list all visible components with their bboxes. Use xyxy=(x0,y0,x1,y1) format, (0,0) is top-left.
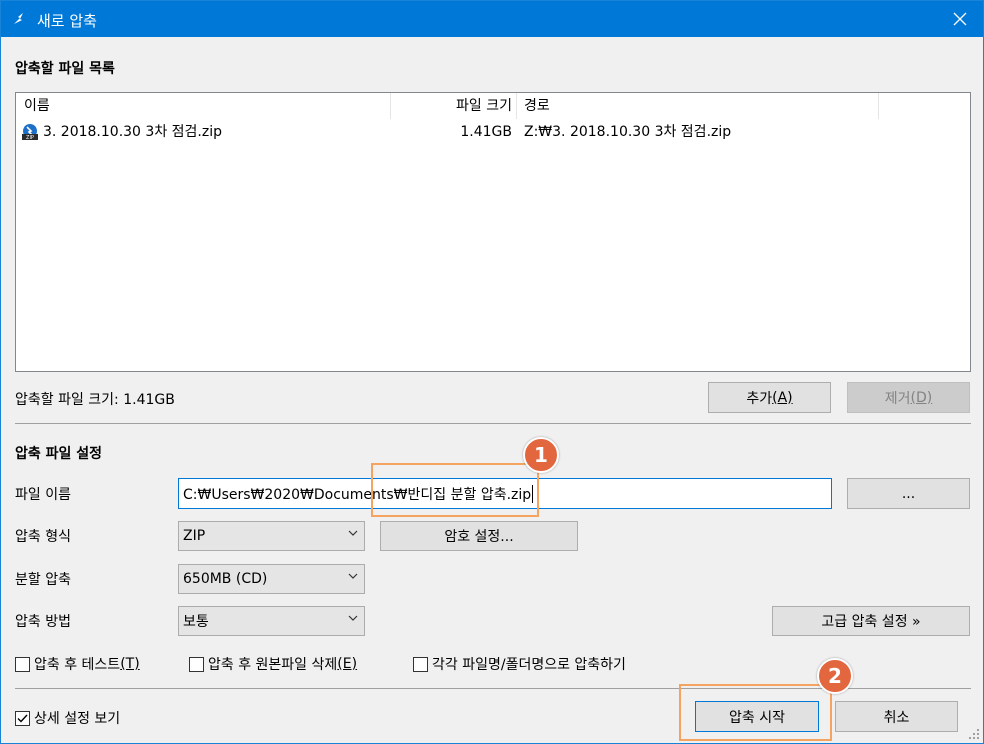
test-after-mnemonic: (T) xyxy=(120,656,140,672)
start-button-highlight-box xyxy=(679,684,832,741)
method-select[interactable]: 보통 xyxy=(178,606,365,636)
section-divider xyxy=(15,423,971,424)
total-size-label: 압축할 파일 크기: 1.41GB xyxy=(15,392,175,408)
delete-after-checkbox[interactable]: 압축 후 원본파일 삭제 (E) xyxy=(189,654,357,674)
show-details-label: 상세 설정 보기 xyxy=(34,711,121,727)
chevron-down-icon xyxy=(348,615,358,621)
file-name-cell: 3. 2018.10.30 3차 점검.zip xyxy=(43,124,222,140)
split-value: 650MB (CD) xyxy=(183,571,268,587)
checkbox-box[interactable] xyxy=(413,656,428,672)
password-settings-button[interactable]: 암호 설정... xyxy=(380,521,578,551)
close-icon xyxy=(953,12,967,26)
file-list-view[interactable]: 이름 파일 크기 경로 ZIP 3. 2018.10.30 3차 점검.zip … xyxy=(15,92,971,372)
checkmark-icon xyxy=(17,714,28,723)
format-label: 압축 형식 xyxy=(15,529,71,545)
each-file-checkbox[interactable]: 각각 파일명/폴더명으로 압축하기 xyxy=(413,654,626,674)
svg-text:ZIP: ZIP xyxy=(26,135,34,141)
file-path-cell: Z:₩3. 2018.10.30 3차 점검.zip xyxy=(524,124,732,140)
column-header-size[interactable]: 파일 크기 xyxy=(394,93,512,119)
delete-after-mnemonic: (E) xyxy=(337,656,358,672)
split-label: 분할 압축 xyxy=(15,572,71,588)
checkbox-box[interactable] xyxy=(15,710,30,726)
remove-button-mnemonic: (D) xyxy=(910,389,933,406)
column-divider[interactable] xyxy=(878,93,879,119)
format-select[interactable]: ZIP xyxy=(178,521,365,551)
method-label: 압축 방법 xyxy=(15,614,71,630)
chevron-down-icon xyxy=(348,573,358,579)
remove-button[interactable]: 제거 (D) xyxy=(847,382,970,413)
test-after-checkbox[interactable]: 압축 후 테스트 (T) xyxy=(15,654,140,674)
file-list-header: 이름 파일 크기 경로 xyxy=(16,93,970,119)
checkbox-box[interactable] xyxy=(15,656,30,672)
advanced-settings-button[interactable]: 고급 압축 설정 » xyxy=(772,606,970,636)
settings-section-title: 압축 파일 설정 xyxy=(15,446,103,462)
bandizip-app-icon xyxy=(14,13,23,24)
list-item[interactable]: ZIP 3. 2018.10.30 3차 점검.zip 1.41GB Z:₩3.… xyxy=(16,121,970,143)
add-button[interactable]: 추가 (A) xyxy=(708,382,831,413)
window-title: 새로 압축 xyxy=(37,12,97,30)
cancel-button[interactable]: 취소 xyxy=(835,701,958,732)
show-details-checkbox[interactable]: 상세 설정 보기 xyxy=(15,708,120,728)
column-divider[interactable] xyxy=(516,93,517,119)
remove-button-label: 제거 xyxy=(884,390,911,407)
filename-label: 파일 이름 xyxy=(15,487,71,503)
step-badge-2: 2 xyxy=(817,658,853,694)
new-archive-dialog: 새로 압축 압축할 파일 목록 이름 파일 크기 경로 ZIP 3. 2018.… xyxy=(0,0,984,744)
step-badge-1: 1 xyxy=(523,437,559,473)
close-button[interactable] xyxy=(937,1,983,37)
add-button-label: 추가 xyxy=(746,390,773,407)
title-bar[interactable]: 새로 압축 xyxy=(1,1,983,37)
browse-button[interactable]: ... xyxy=(847,478,970,509)
column-header-name[interactable]: 이름 xyxy=(24,93,50,119)
checkbox-box[interactable] xyxy=(189,656,204,672)
chevron-down-icon xyxy=(348,530,358,536)
resize-grip-icon[interactable] xyxy=(967,727,981,741)
file-list-section-title: 압축할 파일 목록 xyxy=(15,61,115,77)
file-size-cell: 1.41GB xyxy=(460,124,512,140)
add-button-mnemonic: (A) xyxy=(772,389,793,406)
zip-file-icon: ZIP xyxy=(22,124,38,141)
each-file-label: 각각 파일명/폴더명으로 압축하기 xyxy=(432,657,626,673)
method-value: 보통 xyxy=(183,614,209,630)
column-header-path[interactable]: 경로 xyxy=(524,93,550,119)
format-value: ZIP xyxy=(183,528,206,544)
column-divider[interactable] xyxy=(390,93,391,119)
filename-highlight-box xyxy=(371,463,539,517)
split-size-select[interactable]: 650MB (CD) xyxy=(178,564,365,594)
delete-after-label: 압축 후 원본파일 삭제 xyxy=(208,657,338,673)
test-after-label: 압축 후 테스트 xyxy=(34,657,121,673)
